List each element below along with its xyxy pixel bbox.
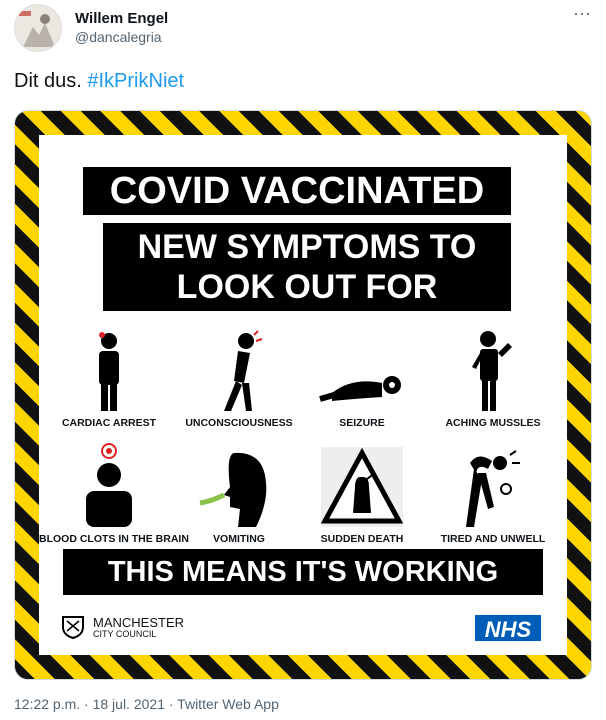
poster-subtitle-line2: LOOK OUT FOR bbox=[176, 268, 438, 306]
symptom-seizure: SEIZURE bbox=[292, 327, 432, 429]
symptom-label: VOMITING bbox=[213, 533, 265, 545]
symptom-aching-muscles: ACHING MUSSLES bbox=[423, 327, 563, 429]
symptom-unconsciousness: UNCONSCIOUSNESS bbox=[169, 327, 309, 429]
symptom-tired-unwell: TIRED AND UNWELL bbox=[423, 443, 563, 545]
tweet-timestamp[interactable]: 12:22 p.m. · 18 jul. 2021 · Twitter Web … bbox=[14, 696, 279, 712]
symptom-cardiac-arrest: CARDIAC ARREST bbox=[39, 327, 179, 429]
symptom-label: TIRED AND UNWELL bbox=[440, 533, 546, 545]
poster-subtitle-line1: NEW SYMPTOMS TO bbox=[137, 228, 477, 266]
seizure-icon bbox=[319, 376, 401, 402]
poster-banner: THIS MEANS IT'S WORKING bbox=[63, 549, 543, 595]
tweet-media-image[interactable]: COVID VACCINATED NEW SYMPTOMS TO LOOK OU… bbox=[14, 110, 592, 680]
tired-unwell-icon bbox=[466, 450, 520, 527]
author-handle[interactable]: @dancalegria bbox=[75, 29, 162, 45]
nhs-logo: NHS bbox=[475, 615, 541, 642]
poster-title: COVID VACCINATED bbox=[83, 167, 511, 215]
avatar[interactable] bbox=[14, 4, 62, 52]
sudden-death-icon bbox=[320, 447, 404, 527]
symptom-label: ACHING MUSSLES bbox=[445, 417, 541, 429]
poster: COVID VACCINATED NEW SYMPTOMS TO LOOK OU… bbox=[39, 135, 567, 655]
council-subname: CITY COUNCIL bbox=[93, 629, 157, 639]
symptom-label: BLOOD CLOTS IN THE BRAIN bbox=[39, 533, 189, 545]
aching-muscles-icon bbox=[472, 331, 512, 411]
symptom-label: CARDIAC ARREST bbox=[61, 417, 157, 429]
more-options-icon[interactable]: ··· bbox=[570, 4, 594, 26]
author-name[interactable]: Willem Engel bbox=[75, 10, 168, 27]
tweet-text-body: Dit dus. bbox=[14, 70, 82, 92]
vomiting-icon bbox=[199, 452, 267, 527]
council-name: MANCHESTER bbox=[93, 615, 185, 630]
tweet-text: Dit dus. #IkPrikNiet bbox=[14, 70, 184, 93]
symptom-blood-clots: BLOOD CLOTS IN THE BRAIN bbox=[39, 443, 189, 545]
symptom-vomiting: VOMITING bbox=[169, 443, 309, 545]
unconsciousness-icon bbox=[224, 330, 263, 411]
council-crest-icon bbox=[62, 616, 84, 639]
poster-subtitle: NEW SYMPTOMS TO LOOK OUT FOR bbox=[103, 223, 511, 311]
symptom-label: SUDDEN DEATH bbox=[320, 533, 404, 545]
cardiac-arrest-icon bbox=[99, 332, 119, 411]
tweet-header: Willem Engel @dancalegria ··· bbox=[14, 4, 594, 52]
blood-clots-icon bbox=[86, 443, 132, 527]
symptom-label: SEIZURE bbox=[339, 417, 385, 429]
hashtag-link[interactable]: #IkPrikNiet bbox=[87, 70, 184, 92]
symptom-label: UNCONSCIOUSNESS bbox=[185, 417, 293, 429]
symptom-sudden-death: SUDDEN DEATH bbox=[292, 443, 432, 545]
